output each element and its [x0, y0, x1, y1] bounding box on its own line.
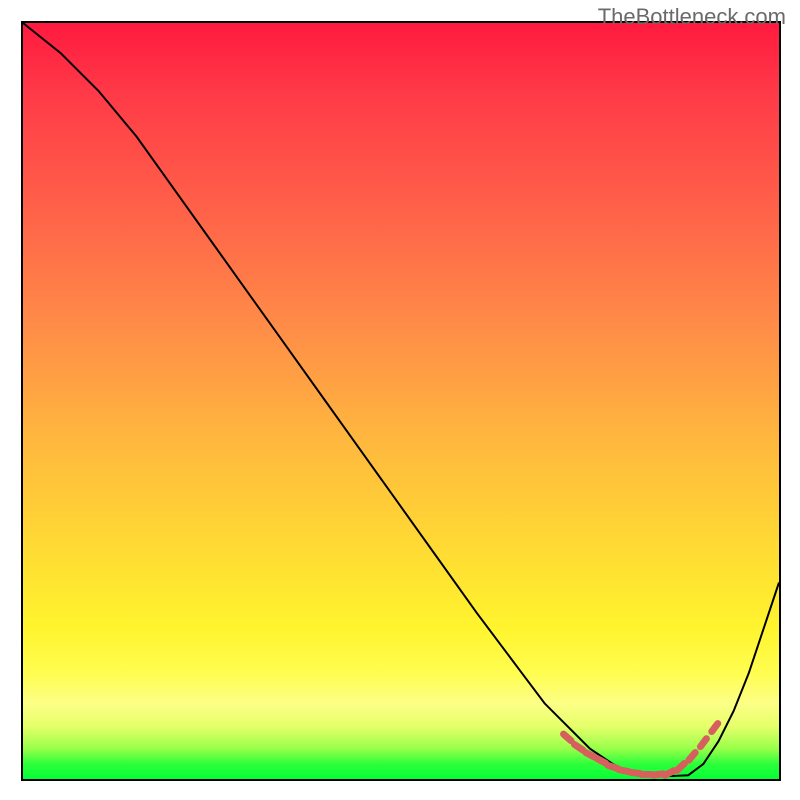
- chart-svg: [23, 23, 779, 779]
- optimal-range-markers: [564, 724, 718, 776]
- watermark-text: TheBottleneck.com: [598, 4, 786, 30]
- bottleneck-curve: [23, 23, 779, 776]
- chart-plot-area: [21, 21, 781, 781]
